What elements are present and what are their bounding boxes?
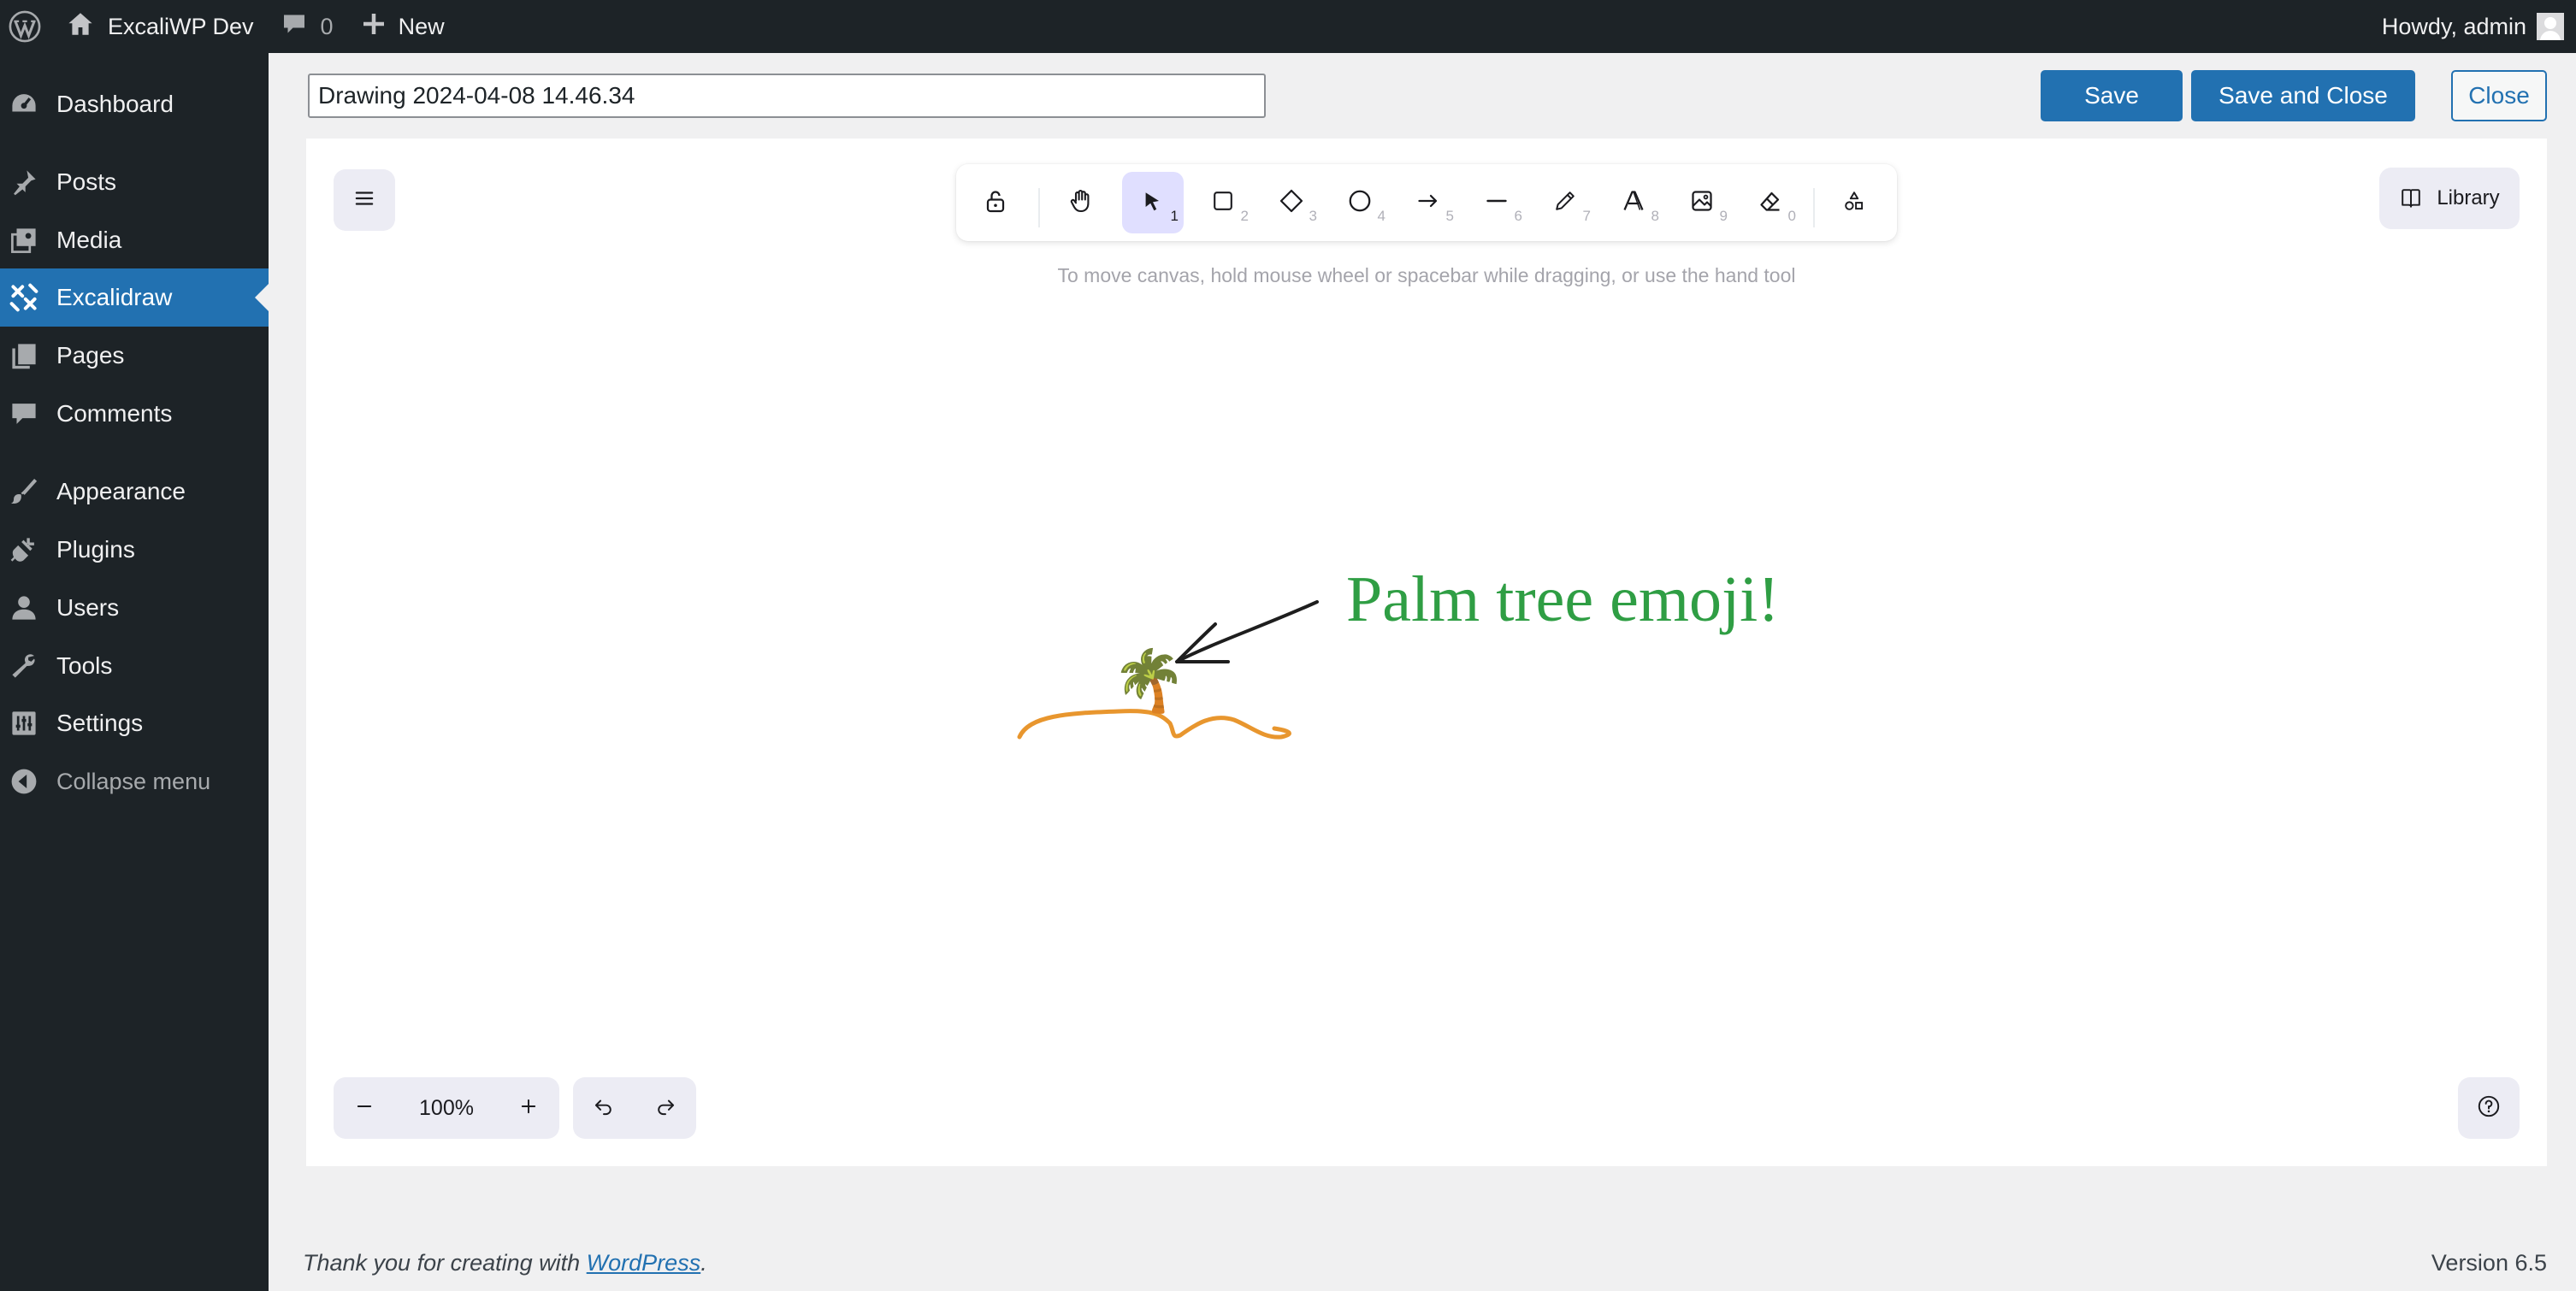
my-account[interactable]: Howdy, admin (2382, 0, 2576, 53)
save-and-close-button[interactable]: Save and Close (2191, 70, 2415, 121)
drawn-arrow[interactable] (1175, 600, 1319, 663)
minus-icon (354, 1096, 375, 1121)
comments-link[interactable]: 0 (281, 0, 334, 53)
history-controls (573, 1077, 696, 1139)
sidebar-item-excalidraw[interactable]: Excalidraw (0, 268, 269, 327)
zoom-controls: 100% (334, 1077, 559, 1139)
sidebar-item-label: Settings (56, 710, 144, 736)
footer-version: Version 6.5 (2431, 1250, 2547, 1276)
collapse-menu-label: Collapse menu (56, 768, 211, 794)
media-icon (9, 225, 39, 256)
redo-button[interactable] (635, 1077, 696, 1139)
plus-icon (518, 1096, 539, 1121)
howdy-text: Howdy, admin (2381, 13, 2526, 39)
site-name: ExcaliWP Dev (108, 13, 254, 39)
zoom-out-button[interactable] (334, 1077, 395, 1139)
comments-icon (9, 398, 39, 429)
wordpress-link[interactable]: WordPress (587, 1250, 701, 1276)
sidebar-item-label: Pages (56, 342, 125, 368)
comment-bubble-icon (281, 11, 321, 43)
redo-icon (654, 1095, 676, 1122)
sidebar-item-label: Excalidraw (56, 284, 173, 310)
excalidraw-canvas[interactable]: 1 2 3 4 5 6 7 8 9 0 To move canvas, hold… (306, 139, 2547, 1166)
sidebar-item-users[interactable]: Users (0, 579, 269, 637)
collapse-icon (9, 766, 39, 797)
undo-icon (593, 1095, 615, 1122)
sidebar-item-settings[interactable]: Settings (0, 694, 269, 752)
palm-tree-emoji[interactable]: 🌴 (1112, 646, 1186, 716)
sidebar-item-label: Plugins (56, 536, 135, 563)
home-icon (67, 10, 108, 44)
zoom-reset-button[interactable]: 100% (395, 1077, 498, 1139)
wordpress-logo-icon[interactable] (0, 0, 50, 53)
sidebar-item-media[interactable]: Media (0, 211, 269, 269)
admin-sidebar: Dashboard Posts Media Excalidraw Pages C… (0, 53, 269, 1291)
sidebar-item-comments[interactable]: Comments (0, 385, 269, 443)
sidebar-item-label: Users (56, 594, 120, 621)
zoom-in-button[interactable] (498, 1077, 559, 1139)
avatar (2537, 13, 2564, 40)
dashboard-icon (9, 89, 39, 120)
sidebar-item-label: Tools (56, 652, 113, 679)
pages-icon (9, 340, 39, 371)
save-button[interactable]: Save (2041, 70, 2183, 121)
collapse-menu-button[interactable]: Collapse menu (0, 752, 269, 811)
sidebar-item-tools[interactable]: Tools (0, 637, 269, 695)
close-button[interactable]: Close (2451, 70, 2547, 121)
footer-thanks-text: Thank you for creating with (303, 1250, 587, 1276)
undo-button[interactable] (573, 1077, 635, 1139)
comments-count: 0 (320, 13, 334, 39)
new-content-link[interactable]: New (361, 0, 445, 53)
help-icon (2477, 1094, 2501, 1123)
settings-icon (9, 708, 39, 739)
admin-bar: ExcaliWP Dev 0 New Howdy, admin (0, 0, 2576, 53)
users-icon (9, 592, 39, 623)
sidebar-item-plugins[interactable]: Plugins (0, 521, 269, 579)
sidebar-item-dashboard[interactable]: Dashboard (0, 75, 269, 133)
sidebar-item-posts[interactable]: Posts (0, 153, 269, 211)
new-label: New (398, 13, 445, 39)
sidebar-item-pages[interactable]: Pages (0, 327, 269, 385)
footer-thanks-suffix: . (700, 1250, 707, 1276)
sidebar-item-appearance[interactable]: Appearance (0, 463, 269, 521)
sidebar-item-label: Appearance (56, 478, 186, 504)
pushpin-icon (9, 167, 39, 197)
site-name-link[interactable]: ExcaliWP Dev (67, 0, 254, 53)
sidebar-item-label: Posts (56, 168, 117, 195)
plugin-icon (9, 534, 39, 565)
palm-tree-text[interactable]: Palm tree emoji! (1346, 563, 1780, 637)
sidebar-item-label: Comments (56, 400, 173, 427)
wrench-icon (9, 651, 39, 681)
plus-icon (361, 11, 399, 43)
drawing-layer: 🌴 (1017, 600, 1319, 740)
brush-icon (9, 476, 39, 507)
help-button[interactable] (2458, 1077, 2520, 1139)
excalidraw-icon (9, 282, 39, 313)
sidebar-item-label: Media (56, 227, 122, 253)
drawing-title-input[interactable] (308, 74, 1266, 118)
footer-thanks: Thank you for creating with WordPress. (303, 1250, 707, 1276)
sidebar-item-label: Dashboard (56, 91, 174, 117)
